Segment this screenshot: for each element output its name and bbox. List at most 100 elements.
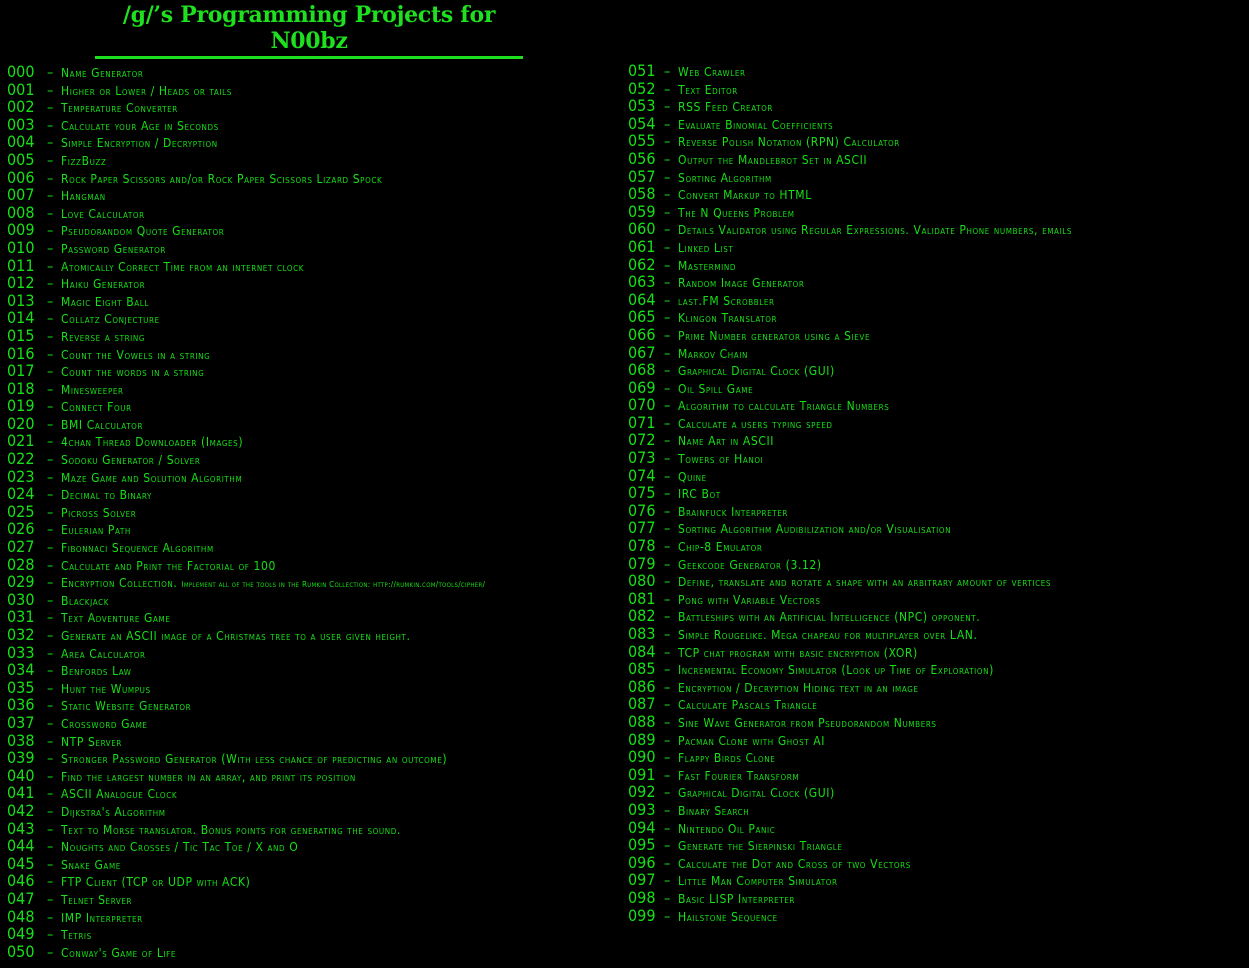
project-title: Encryption Collection. [61, 576, 178, 591]
project-item: 045– Snake Game [7, 855, 485, 873]
project-title: Web Crawler [678, 65, 746, 79]
project-item: 017– Count the words in a string [7, 362, 485, 380]
project-item: 069– Oil Spill Game [628, 379, 1072, 397]
project-item: 090– Flappy Birds Clone [628, 748, 1072, 766]
project-number: 052 [628, 78, 656, 98]
project-item: 037– Crossword Game [7, 714, 485, 732]
separator: – [47, 65, 54, 81]
project-title: FTP Client (TCP or UDP with ACK) [61, 875, 251, 890]
project-item: 087– Calculate Pascals Triangle [628, 695, 1072, 713]
project-note: Implement all of the tools in the Rumkin… [181, 580, 486, 590]
project-title: Mastermind [678, 258, 737, 273]
project-title: Sodoku Generator / Solver [61, 453, 201, 468]
project-item: 034– Benfords Law [7, 661, 485, 679]
project-number: 078 [628, 536, 656, 556]
project-number: 038 [7, 730, 35, 750]
project-number: 047 [7, 888, 35, 908]
project-number: 017 [7, 361, 35, 381]
separator: – [47, 240, 54, 257]
project-number: 097 [628, 870, 656, 890]
project-number: 057 [628, 166, 656, 186]
project-title: Flappy Birds Clone [678, 751, 776, 766]
project-item: 049– Tetris [7, 925, 485, 943]
project-item: 046– FTP Client (TCP or UDP with ACK) [7, 872, 485, 890]
separator: – [664, 627, 671, 643]
project-number: 029 [7, 572, 35, 592]
project-item: 095– Generate the Sierpinski Triangle [628, 836, 1072, 854]
project-item: 079– Geekcode Generator (3.12) [628, 555, 1072, 573]
project-title: Fibonnaci Sequence Algorithm [61, 541, 214, 556]
project-title: Encryption / Decryption Hiding text in a… [678, 680, 919, 695]
project-item: 052– Text Editor [628, 78, 1072, 98]
project-title: Stronger Password Generator (With less c… [61, 752, 448, 767]
project-number: 088 [628, 711, 656, 731]
project-item: 094– Nintendo Oil Panic [628, 818, 1072, 836]
project-number: 064 [628, 289, 656, 309]
project-number: 044 [7, 836, 35, 856]
project-title: Decimal to Binary [61, 488, 152, 503]
project-number: 033 [7, 642, 35, 662]
project-number: 012 [7, 273, 35, 293]
project-number: 073 [628, 448, 656, 468]
project-title: Tetris [61, 928, 92, 943]
project-item: 010– Password Generator [7, 239, 485, 257]
project-title: Static Website Generator [61, 699, 192, 714]
project-number: 048 [7, 906, 35, 926]
project-item: 061– Linked List [628, 238, 1072, 256]
project-title: Find the largest number in an array, and… [61, 769, 356, 784]
project-item: 041– ASCII Analogue Clock [7, 784, 485, 802]
project-item: 030– Blackjack [7, 591, 485, 609]
project-title: Oil Spill Game [678, 381, 754, 396]
project-item: 000– Name Generator [7, 63, 485, 81]
project-item: 057– Sorting Algorithm [628, 166, 1072, 186]
project-number: 031 [7, 607, 35, 627]
project-item: 012– Haiku Generator [7, 274, 485, 292]
project-title: Eulerian Path [61, 523, 131, 538]
project-item: 032– Generate an ASCII image of a Christm… [7, 626, 485, 644]
project-title: Rock Paper Scissors and/or Rock Paper Sc… [61, 171, 383, 186]
project-item: 011– Atomically Correct Time from an inte… [7, 256, 485, 274]
project-title: Convert Markup to HTML [678, 188, 812, 203]
project-number: 093 [628, 799, 656, 819]
project-item: 027– Fibonnaci Sequence Algorithm [7, 538, 485, 556]
project-item: 047– Telnet Server [7, 890, 485, 908]
project-title: Little Man Computer Simulator [678, 874, 838, 889]
project-number: 022 [7, 449, 35, 469]
project-item: 091– Fast Fourier Transform [628, 766, 1072, 784]
project-number: 053 [628, 96, 656, 116]
project-number: 083 [628, 624, 656, 643]
project-item: 014– Collatz Conjecture [7, 309, 485, 327]
project-item: 085– Incremental Economy Simulator (Look … [628, 660, 1072, 678]
project-number: 019 [7, 396, 35, 416]
project-number: 098 [628, 887, 656, 907]
project-title: Markov Chain [678, 346, 748, 361]
project-number: 084 [628, 641, 656, 661]
project-item: 093– Binary Search [628, 801, 1072, 819]
project-item: 060– Details Validator using Regular Expr… [628, 220, 1072, 238]
project-title: Calculate your Age in Seconds [61, 118, 219, 133]
project-number: 054 [628, 113, 656, 133]
project-item: 099– Hailstone Sequence [628, 905, 1072, 925]
project-item: 003– Calculate your Age in Seconds [7, 116, 485, 134]
project-item: 005– FizzBuzz [7, 151, 485, 169]
project-item: 098– Basic LISP Interpreter [628, 889, 1072, 907]
separator: – [664, 239, 671, 256]
project-title: Benfords Law [61, 664, 132, 679]
project-number: 089 [628, 729, 656, 749]
project-item: 073– Towers of Hanoi [628, 449, 1072, 467]
project-item: 089– Pacman Clone with Ghost AI [628, 729, 1072, 749]
project-title: Details Validator using Regular Expressi… [678, 223, 1073, 238]
project-item: 074– Quine [628, 467, 1072, 485]
project-number: 045 [7, 853, 35, 873]
project-number: 037 [7, 712, 35, 732]
project-item: 058– Convert Markup to HTML [628, 185, 1072, 203]
project-item: 071– Calculate a users typing speed [628, 414, 1072, 432]
project-item: 070– Algorithm to calculate Triangle Numb… [628, 396, 1072, 414]
project-title: Geekcode Generator (3.12) [678, 557, 822, 572]
project-number: 099 [628, 905, 656, 925]
project-title: Klingon Translator [678, 311, 778, 326]
project-item: 076– Brainfuck Interpreter [628, 502, 1072, 520]
project-item: 040– Find the largest number in an array,… [7, 767, 485, 785]
project-title: Name Art in ASCII [678, 434, 775, 449]
project-number: 004 [7, 132, 35, 152]
